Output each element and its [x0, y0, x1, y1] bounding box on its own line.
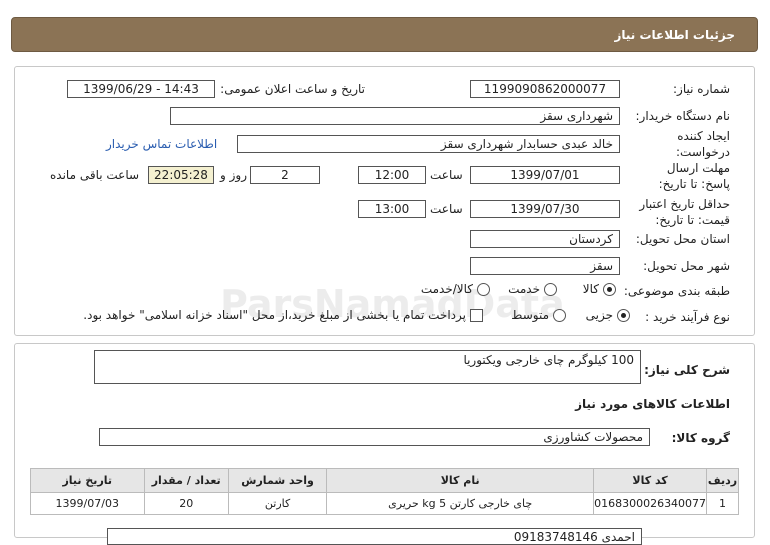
remaining-time-field: 22:05:28 [148, 166, 214, 184]
category-label: طبقه بندی موضوعی: [623, 284, 730, 298]
reply-time-field[interactable]: 12:00 [358, 166, 426, 184]
days-label: روز و [220, 168, 247, 182]
goods-group-field[interactable]: محصولات کشاورزی [99, 428, 650, 446]
treasury-checkbox[interactable] [470, 308, 483, 322]
treasury-payment-option[interactable]: پرداخت تمام یا بخشی از مبلغ خرید،از محل … [83, 308, 483, 322]
col-unit: واحد شمارش [227, 468, 328, 493]
requester-label: ایجاد کننده درخواست: [676, 129, 730, 159]
col-quantity: تعداد / مقدار [143, 468, 229, 493]
col-code: کد کالا [593, 468, 708, 493]
city-field[interactable]: سقز [470, 257, 620, 275]
table-row: 1 0168300026340077 چای خارجی کارتن 5 kg … [30, 492, 739, 515]
announce-label: تاریخ و ساعت اعلان عمومی: [220, 82, 365, 96]
category-option-goods-service[interactable]: کالا/خدمت [421, 282, 490, 296]
cell-code: 0168300026340077 [593, 492, 708, 515]
cell-need-date: 1399/07/03 [30, 492, 145, 515]
col-need-date: تاریخ نیاز [30, 468, 145, 493]
validity-time-label: ساعت [430, 202, 463, 216]
radio-goods[interactable] [603, 282, 616, 296]
page-title: جزئیات اطلاعات نیاز [614, 28, 735, 42]
page-header: جزئیات اطلاعات نیاز [11, 17, 758, 52]
radio-service[interactable] [544, 282, 557, 296]
purchase-type-label: نوع فرآیند خرید : [645, 310, 730, 324]
contact-buyer-link[interactable]: اطلاعات تماس خریدار [106, 137, 217, 151]
reply-time-label: ساعت [430, 168, 463, 182]
cell-quantity: 20 [143, 492, 229, 515]
goods-group-label: گروه کالا: [671, 431, 730, 445]
cell-name: چای خارجی کارتن 5 kg حریری [326, 492, 595, 515]
validity-time-field[interactable]: 13:00 [358, 200, 426, 218]
province-label: استان محل تحویل: [635, 232, 730, 246]
table-header-row: ردیف کد کالا نام کالا واحد شمارش تعداد /… [30, 468, 739, 493]
need-number-label: شماره نیاز: [673, 82, 730, 96]
cell-row: 1 [706, 492, 739, 515]
col-name: نام کالا [326, 468, 595, 493]
purchase-option-medium[interactable]: متوسط [511, 308, 566, 322]
validity-label: حداقل تاریخ اعتبار قیمت: تا تاریخ: [639, 197, 730, 227]
announce-field[interactable]: 1399/06/29 - 14:43 [67, 80, 215, 98]
radio-medium[interactable] [553, 308, 566, 322]
radio-goods-service[interactable] [477, 282, 490, 296]
category-option-service[interactable]: خدمت [508, 282, 557, 296]
col-row: ردیف [706, 468, 739, 493]
category-option-goods[interactable]: کالا [583, 282, 616, 296]
days-field[interactable]: 2 [250, 166, 320, 184]
remaining-label: ساعت باقی مانده [50, 168, 140, 182]
buyer-org-label: نام دستگاه خریدار: [635, 109, 731, 123]
requester-field[interactable]: خالد عبدی حسابدار شهرداری سقز [237, 135, 620, 153]
province-field[interactable]: کردستان [470, 230, 620, 248]
cell-unit: کارتن [227, 492, 328, 515]
buyer-org-field[interactable]: شهرداری سقز [170, 107, 620, 125]
radio-minor[interactable] [617, 308, 630, 322]
need-number-field[interactable]: 1199090862000077 [470, 80, 620, 98]
buyer-note-field[interactable]: احمدی 09183748146 [107, 528, 642, 545]
goods-info-title: اطلاعات کالاهای مورد نیاز [575, 397, 730, 411]
city-label: شهر محل تحویل: [643, 259, 730, 273]
purchase-option-minor[interactable]: جزیی [586, 308, 630, 322]
description-field[interactable]: 100 کیلوگرم چای خارجی ویکتوریا [94, 350, 641, 384]
goods-table: ردیف کد کالا نام کالا واحد شمارش تعداد /… [30, 468, 739, 515]
reply-date-field[interactable]: 1399/07/01 [470, 166, 620, 184]
reply-deadline-label: مهلت ارسال پاسخ: تا تاریخ: [658, 161, 730, 191]
validity-date-field[interactable]: 1399/07/30 [470, 200, 620, 218]
description-label: شرح کلی نیاز: [644, 363, 730, 377]
